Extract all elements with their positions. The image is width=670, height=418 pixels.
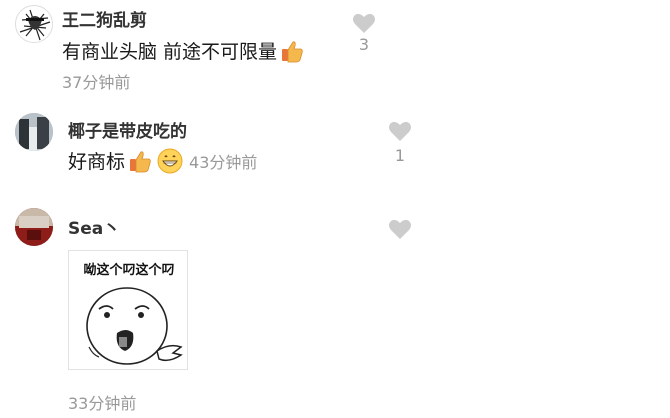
thumbs-up-icon xyxy=(279,38,305,64)
like-count: 1 xyxy=(394,146,406,165)
username[interactable]: 椰子是带皮吃的 xyxy=(68,117,187,142)
meme-face-icon xyxy=(86,287,183,365)
avatar[interactable] xyxy=(15,5,53,43)
grinning-face-icon xyxy=(157,148,183,174)
like-heart-icon[interactable] xyxy=(352,12,376,34)
photo-avatar-icon xyxy=(15,113,53,151)
thumbs-up-icon xyxy=(127,148,153,174)
sketch-avatar-icon xyxy=(17,7,52,42)
timestamp: 33分钟前 xyxy=(68,394,137,413)
username[interactable]: 王二狗乱剪 xyxy=(62,6,147,31)
like-count: 3 xyxy=(358,35,370,54)
like-heart-icon[interactable] xyxy=(388,120,412,142)
timestamp: 37分钟前 xyxy=(62,73,131,92)
comment-text-row: 好商标 43分钟前 xyxy=(68,147,257,174)
comment-text-row: 有商业头脑 前途不可限量 xyxy=(62,37,305,64)
comment-item: 椰子是带皮吃的 好商标 43分钟前 1 xyxy=(0,105,670,200)
timestamp: 43分钟前 xyxy=(189,152,258,172)
comment-text: 有商业头脑 前途不可限量 xyxy=(62,41,278,63)
avatar[interactable] xyxy=(15,113,53,151)
username[interactable]: Sea丶 xyxy=(68,214,120,239)
like-heart-icon[interactable] xyxy=(388,218,412,240)
photo-avatar-icon xyxy=(15,208,53,246)
comment-text: 好商标 xyxy=(68,151,126,173)
avatar[interactable] xyxy=(15,208,53,246)
comment-item: 王二狗乱剪 有商业头脑 前途不可限量 37分钟前 3 xyxy=(0,0,670,95)
sticker-image[interactable]: 呦这个叼这个叼 xyxy=(68,250,188,370)
